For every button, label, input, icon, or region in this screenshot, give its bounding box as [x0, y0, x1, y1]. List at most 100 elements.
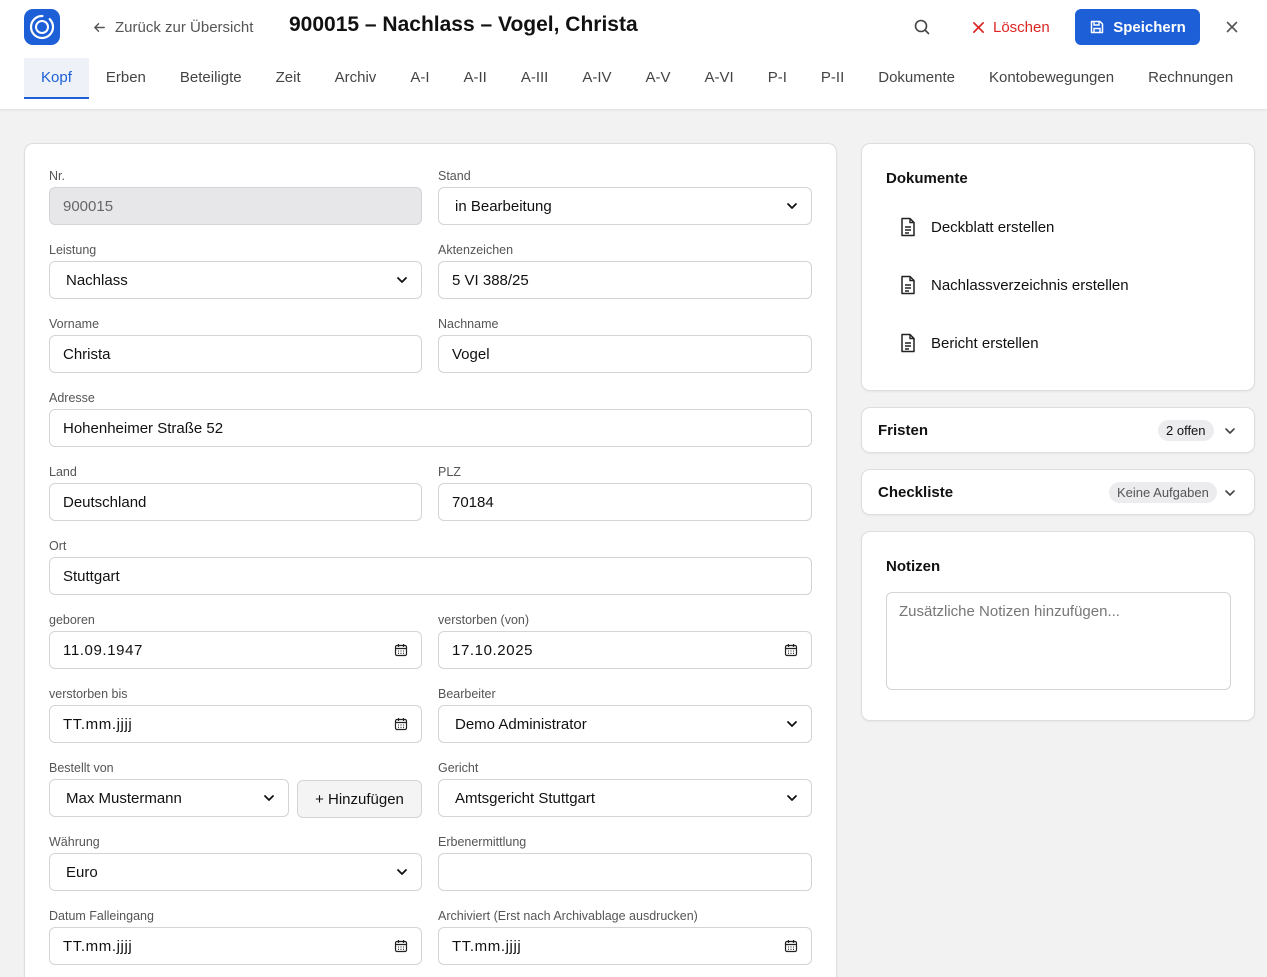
tab-p-ii[interactable]: P-II [804, 58, 861, 99]
field-nr: Nr. 900015 [49, 169, 422, 225]
nachname-label: Nachname [438, 317, 499, 331]
gericht-select[interactable]: Amtsgericht Stuttgart [438, 779, 812, 817]
tab-zeit[interactable]: Zeit [259, 58, 318, 99]
tab-p-i[interactable]: P-I [751, 58, 804, 99]
ort-input[interactable]: Stuttgart [49, 557, 812, 595]
adresse-label: Adresse [49, 391, 95, 405]
create-bericht-link[interactable]: Bericht erstellen [899, 332, 1039, 354]
plz-input[interactable]: 70184 [438, 483, 812, 521]
bearbeiter-label: Bearbeiter [438, 687, 496, 701]
chevron-down-icon [264, 795, 274, 801]
archiviert-label: Archiviert (Erst nach Archivablage ausdr… [438, 909, 698, 923]
vorname-label: Vorname [49, 317, 100, 331]
chevron-down-icon[interactable] [1223, 486, 1237, 500]
search-button[interactable] [912, 17, 932, 37]
field-nachname: Nachname Vogel [438, 317, 812, 373]
waehrung-select[interactable]: Euro [49, 853, 422, 891]
verstorben-von-date-input[interactable]: 17.10.2025 [438, 631, 812, 669]
field-geboren: geboren 11.09.1947 [49, 613, 422, 669]
save-button[interactable]: Speichern [1075, 9, 1200, 45]
checkliste-status-badge: Keine Aufgaben [1109, 482, 1217, 503]
doc-item-label: Bericht erstellen [931, 334, 1039, 352]
tab-a-vi[interactable]: A-VI [688, 58, 751, 99]
tab-bar: Kopf Erben Beteiligte Zeit Archiv A-I A-… [24, 58, 1250, 99]
fristen-title: Fristen [878, 422, 929, 439]
calendar-icon[interactable] [394, 717, 408, 731]
notes-card: Notizen Zusätzliche Notizen hinzufügen..… [861, 531, 1255, 721]
calendar-icon[interactable] [394, 643, 408, 657]
chevron-down-icon [787, 795, 797, 801]
doc-item-label: Deckblatt erstellen [931, 218, 1055, 236]
tab-archiv[interactable]: Archiv [318, 58, 394, 99]
verstorben-bis-date-input[interactable]: TT.mm.jjjj [49, 705, 422, 743]
calendar-icon[interactable] [784, 643, 798, 657]
document-icon [901, 333, 915, 353]
field-gericht: Gericht Amtsgericht Stuttgart [438, 761, 812, 817]
verstorben-von-label: verstorben (von) [438, 613, 530, 627]
field-leistung: Leistung Nachlass [49, 243, 422, 299]
stand-label: Stand [438, 169, 471, 183]
field-verstorben-bis: verstorben bis TT.mm.jjjj [49, 687, 422, 743]
form-card: Nr. 900015 Stand in Bearbeitung Leistung… [24, 143, 837, 977]
tab-kopf[interactable]: Kopf [24, 58, 89, 99]
erbenermittlung-input[interactable] [438, 853, 812, 891]
land-label: Land [49, 465, 77, 479]
land-input[interactable]: Deutschland [49, 483, 422, 521]
field-erbenermittlung: Erbenermittlung [438, 835, 812, 891]
tab-a-iii[interactable]: A-III [504, 58, 566, 99]
chevron-down-icon [787, 203, 797, 209]
vorname-input[interactable]: Christa [49, 335, 422, 373]
checkliste-title: Checkliste [878, 484, 954, 501]
page-title: 900015 – Nachlass – Vogel, Christa [289, 13, 638, 36]
field-archiviert: Archiviert (Erst nach Archivablage ausdr… [438, 909, 812, 965]
tab-a-v[interactable]: A-V [629, 58, 688, 99]
notes-title: Notizen [886, 558, 941, 575]
add-bestellt-von-button[interactable]: + Hinzufügen [297, 780, 422, 818]
top-bar: Zurück zur Übersicht 900015 – Nachlass –… [0, 0, 1267, 110]
documents-title: Dokumente [886, 170, 968, 187]
app-logo-icon[interactable] [24, 9, 60, 45]
tab-beteiligte[interactable]: Beteiligte [163, 58, 259, 99]
datum-falleingang-date-input[interactable]: TT.mm.jjjj [49, 927, 422, 965]
adresse-input[interactable]: Hohenheimer Straße 52 [49, 409, 812, 447]
checkliste-panel[interactable]: Checkliste Keine Aufgaben [861, 469, 1255, 515]
create-deckblatt-link[interactable]: Deckblatt erstellen [899, 216, 1054, 238]
plz-label: PLZ [438, 465, 461, 479]
field-stand: Stand in Bearbeitung [438, 169, 812, 225]
floppy-disk-icon [1090, 20, 1104, 34]
geboren-date-input[interactable]: 11.09.1947 [49, 631, 422, 669]
create-nachlassverzeichnis-link[interactable]: Nachlassverzeichnis erstellen [899, 274, 1129, 296]
tab-dokumente[interactable]: Dokumente [861, 58, 972, 99]
chevron-down-icon [397, 869, 407, 875]
close-icon [1226, 21, 1238, 33]
leistung-select[interactable]: Nachlass [49, 261, 422, 299]
waehrung-label: Währung [49, 835, 100, 849]
notes-textarea[interactable]: Zusätzliche Notizen hinzufügen... [886, 592, 1231, 690]
calendar-icon[interactable] [784, 939, 798, 953]
delete-button[interactable]: Löschen [966, 14, 1056, 40]
tab-a-iv[interactable]: A-IV [565, 58, 628, 99]
archiviert-date-input[interactable]: TT.mm.jjjj [438, 927, 812, 965]
documents-card: Dokumente Deckblatt erstellen Nachlassve… [861, 143, 1255, 391]
bestellt-von-select[interactable]: Max Mustermann [49, 779, 289, 817]
calendar-icon[interactable] [394, 939, 408, 953]
field-plz: PLZ 70184 [438, 465, 812, 521]
nr-label: Nr. [49, 169, 65, 183]
tab-erben[interactable]: Erben [89, 58, 163, 99]
stand-select[interactable]: in Bearbeitung [438, 187, 812, 225]
tab-a-ii[interactable]: A-II [446, 58, 503, 99]
nachname-input[interactable]: Vogel [438, 335, 812, 373]
field-bestellt-von: Bestellt von Max Mustermann [49, 761, 289, 817]
chevron-down-icon[interactable] [1223, 424, 1237, 438]
aktenzeichen-input[interactable]: 5 VI 388/25 [438, 261, 812, 299]
doc-item-label: Nachlassverzeichnis erstellen [931, 276, 1129, 294]
bearbeiter-select[interactable]: Demo Administrator [438, 705, 812, 743]
back-link[interactable]: Zurück zur Übersicht [92, 17, 253, 37]
arrow-left-icon [94, 22, 105, 32]
search-icon [914, 19, 930, 35]
tab-rechnungen[interactable]: Rechnungen [1131, 58, 1250, 99]
tab-kontobewegungen[interactable]: Kontobewegungen [972, 58, 1131, 99]
tab-a-i[interactable]: A-I [393, 58, 446, 99]
fristen-panel[interactable]: Fristen 2 offen [861, 407, 1255, 453]
close-button[interactable] [1222, 17, 1242, 37]
